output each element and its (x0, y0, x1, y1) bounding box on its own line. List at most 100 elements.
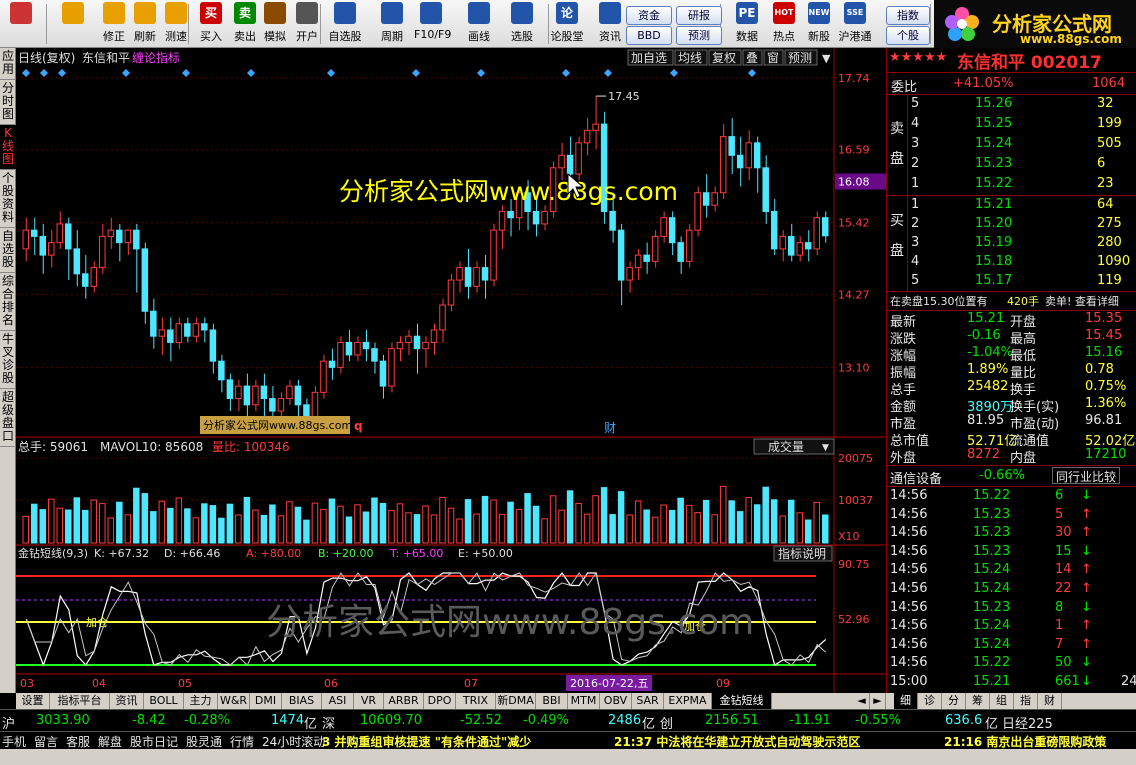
选股-button[interactable]: 选股 (505, 2, 539, 46)
indicator-tab-17[interactable]: SAR (632, 693, 664, 709)
cy-label[interactable]: 创 (660, 713, 673, 732)
indicator-tab-15[interactable]: MTM (568, 693, 600, 709)
chevron-down-icon[interactable]: ▼ (822, 443, 829, 453)
forecast-button[interactable]: 预测 (676, 26, 722, 45)
top-button-0[interactable]: 加自选 (631, 51, 667, 65)
nikkei-label[interactable]: 日经225 (1002, 713, 1053, 732)
right-tab-4[interactable]: 组 (990, 693, 1014, 709)
right-tab-3[interactable]: 筹 (966, 693, 990, 709)
candle-body (762, 167, 769, 212)
star-folder-icon (334, 2, 356, 24)
volume-dropdown[interactable]: 成交量 (768, 439, 804, 454)
开户-button[interactable]: 开户 (290, 2, 324, 46)
left-tab-5[interactable]: 综合排名 (0, 273, 16, 331)
indicator-tab-14[interactable]: BBI (536, 693, 568, 709)
sh-label[interactable]: 沪 (2, 713, 15, 732)
tab-scroll-left-icon[interactable]: ◄ (854, 693, 870, 709)
top-button-2[interactable]: 复权 (712, 51, 736, 65)
indicator-help-button[interactable]: 指标说明 (778, 546, 826, 561)
right-tab-1[interactable]: 诊 (918, 693, 942, 709)
news-menu-item[interactable]: 客服 (66, 733, 90, 750)
news-menu-item[interactable]: 24小时滚动 (262, 733, 325, 750)
indicator-tab-13[interactable]: 新DMA (496, 693, 536, 709)
tick-time: 14:56 (890, 599, 928, 615)
top-button-3[interactable]: 叠 (746, 51, 758, 65)
news-headline[interactable]: 21:16 南京出台重磅限购政策 (944, 733, 1106, 750)
indicator-tab-1[interactable]: 指标平台 (50, 693, 110, 709)
osc-name-label: 金钻短线(9,3) (18, 546, 88, 560)
周期-button[interactable]: 周期 (375, 2, 409, 46)
indicator-tab-3[interactable]: BOLL (144, 693, 184, 709)
indicator-tab-16[interactable]: OBV (600, 693, 632, 709)
indicator-tab-12[interactable]: TRIX (456, 693, 496, 709)
kline-chart[interactable]: 日线(复权) 东信和平 缠论指标 加自选 均线 复权叠窗预测 ▼ 17.74 16.59 15.4… (16, 48, 886, 693)
toolbar-0-button[interactable] (4, 2, 38, 46)
bbd-button[interactable]: BBD (626, 26, 672, 45)
industry-compare-button[interactable]: 同行业比较 (1052, 467, 1121, 484)
left-tab-2[interactable]: K线图 (0, 125, 16, 170)
news-menu-item[interactable]: 行情 (230, 733, 254, 750)
toolbar-1-button[interactable] (56, 2, 90, 46)
indicator-tab-9[interactable]: VR (354, 693, 384, 709)
indicator-tab-10[interactable]: ARBR (384, 693, 424, 709)
left-tab-4[interactable]: 自选股 (0, 228, 16, 273)
论股堂-button[interactable]: 论论股堂 (550, 2, 584, 46)
资讯-button[interactable]: 资讯 (593, 2, 627, 46)
indicator-tab-4[interactable]: 主力 (184, 693, 218, 709)
x-axis-label: 07 (464, 677, 478, 690)
indicator-tab-2[interactable]: 资讯 (110, 693, 144, 709)
news-menu-item[interactable]: 解盘 (98, 733, 122, 750)
left-tab-7[interactable]: 超级盘口 (0, 389, 16, 447)
数据-button[interactable]: PE 数据 (730, 2, 764, 46)
top-button-5[interactable]: 预测 (788, 51, 812, 65)
indicator-label[interactable]: 缠论指标 (132, 50, 180, 65)
capital-button[interactable]: 资金 (626, 6, 672, 25)
indicator-tab-8[interactable]: ASI (322, 693, 354, 709)
right-tab-2[interactable]: 分 (942, 693, 966, 709)
indicator-tab-0[interactable]: 设置 (16, 693, 50, 709)
sz-label[interactable]: 深 (322, 713, 335, 732)
news-menu-item[interactable]: 股市日记 (130, 733, 178, 750)
left-tab-1[interactable]: 分时图 (0, 80, 16, 125)
top-button-4[interactable]: 窗 (767, 51, 779, 65)
right-tab-5[interactable]: 指 (1014, 693, 1038, 709)
news-headline[interactable]: 21:37 中法将在华建立开放式自动驾驶示范区 (614, 733, 860, 750)
candle-body (141, 248, 149, 312)
indicator-tab-11[interactable]: DPO (424, 693, 456, 709)
period-label[interactable]: 日线(复权) (18, 51, 75, 65)
沪港通-button[interactable]: SSE 沪港通 (838, 2, 872, 46)
news-menu-item[interactable]: 留言 (34, 733, 58, 750)
卖出-button[interactable]: 卖卖出 (228, 2, 262, 46)
left-tab-3[interactable]: 个股资料 (0, 170, 16, 228)
left-tab-0[interactable]: 应用 (0, 48, 16, 80)
买入-button[interactable]: 买买入 (194, 2, 228, 46)
模拟-button[interactable]: 模拟 (258, 2, 292, 46)
index-button[interactable]: 指数 (886, 6, 930, 25)
修正-button[interactable]: 修正 (97, 2, 131, 46)
news-headline[interactable]: 3 并购重组审核提速 "有条件通过"减少 (322, 733, 531, 750)
research-button[interactable]: 研报 (676, 6, 722, 25)
left-tab-6[interactable]: 牛叉诊股 (0, 331, 16, 389)
top-button-1[interactable]: 均线 (678, 51, 702, 65)
right-tab-6[interactable]: 财 (1038, 693, 1062, 709)
indicator-tab-19[interactable]: 金钻短线 (712, 693, 772, 709)
自选股-button[interactable]: 自选股 (328, 2, 362, 46)
indicator-tab-5[interactable]: W&R (218, 693, 250, 709)
indicator-tab-7[interactable]: BIAS (282, 693, 322, 709)
right-tab-0[interactable]: 细 (894, 693, 918, 709)
toolbar-label: 热点 (773, 30, 795, 43)
order-note-detail[interactable]: 卖单! 查看详细 (1045, 293, 1119, 310)
tab-scroll-right-icon[interactable]: ► (870, 693, 886, 709)
volume-bar (430, 514, 438, 544)
热点-button[interactable]: HOT 热点 (767, 2, 801, 46)
刷新-button[interactable]: 刷新 (128, 2, 162, 46)
indicator-tab-18[interactable]: EXPMA (664, 693, 712, 709)
画线-button[interactable]: 画线 (462, 2, 496, 46)
indicator-tab-6[interactable]: DMI (250, 693, 282, 709)
stock-button[interactable]: 个股 (886, 26, 930, 45)
news-menu-item[interactable]: 手机 (2, 733, 26, 750)
dropdown-arrow-icon[interactable]: ▼ (822, 52, 831, 65)
news-menu-item[interactable]: 股灵通 (186, 733, 222, 750)
新股-button[interactable]: NEW 新股 (802, 2, 836, 46)
F10/F9-button[interactable]: F10/F9 (414, 2, 451, 46)
